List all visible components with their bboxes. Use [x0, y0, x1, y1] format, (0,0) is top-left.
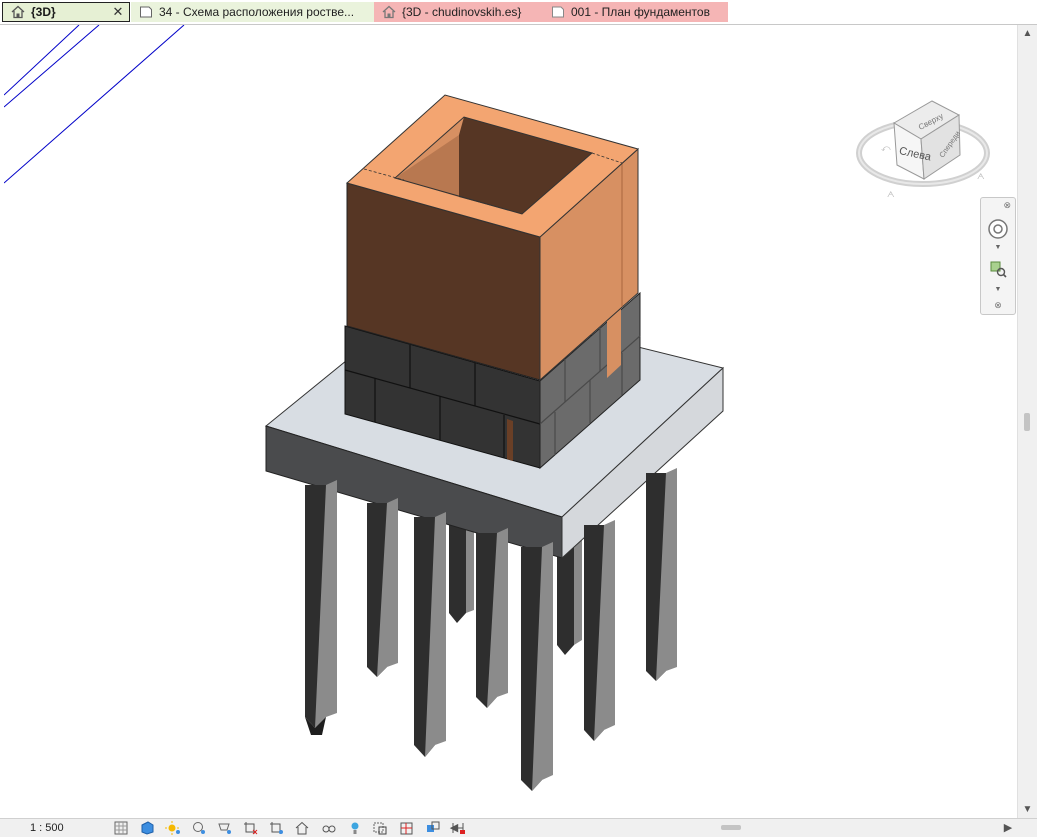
scroll-thumb[interactable] [721, 825, 741, 830]
tab-3d-chudinovskih[interactable]: {3D - chudinovskih.es} [374, 2, 543, 22]
vertical-scrollbar[interactable]: ▲ ▼ [1017, 25, 1037, 820]
reference-lines [3, 24, 185, 184]
compass-marker-icon: ᗅ [977, 172, 985, 181]
analytical-model-icon[interactable] [396, 820, 418, 836]
rotate-arrow-icon: ⤺ [881, 143, 891, 153]
scroll-down-icon[interactable]: ▼ [1018, 801, 1037, 817]
tab-3d-view[interactable]: {3D} ✕ [2, 2, 130, 22]
navigation-bar: ⊗ ▼ ▼ ⊗ [980, 197, 1016, 315]
compass-marker-icon: ᗅ [887, 190, 895, 199]
3d-viewport[interactable]: Слева Сверху Спереди ⤺ ᗅ ᗅ ⊗ ▼ ▼ ⊗ [3, 24, 1016, 815]
tab-label: 34 - Схема расположения ростве... [159, 5, 355, 19]
scroll-right-icon[interactable]: ▶ [1000, 818, 1016, 836]
temporary-hide-icon[interactable] [318, 820, 340, 836]
horizontal-scrollbar[interactable]: ◀ ▶ [446, 818, 1016, 836]
home-icon [380, 4, 398, 20]
steering-wheel-icon[interactable] [981, 216, 1015, 242]
shadows-icon[interactable] [188, 820, 210, 836]
sheet-icon [137, 4, 155, 20]
highlight-displacement-icon[interactable] [422, 820, 444, 836]
zoom-region-icon[interactable] [981, 258, 1015, 280]
tab-label: {3D} [31, 5, 56, 19]
model-canvas[interactable]: Слева Сверху Спереди ⤺ ᗅ ᗅ [3, 24, 1016, 815]
close-icon[interactable]: ✕ [110, 4, 126, 20]
scroll-thumb[interactable] [1024, 413, 1030, 431]
home-icon [9, 4, 27, 20]
close-icon[interactable]: ⊗ [981, 200, 1015, 210]
rendering-icon[interactable] [214, 820, 236, 836]
tab-sheet-34[interactable]: 34 - Схема расположения ростве... [131, 2, 374, 22]
options-icon[interactable]: ⊗ [981, 300, 1015, 310]
scroll-left-icon[interactable]: ◀ [446, 818, 462, 836]
chevron-down-icon[interactable]: ▼ [981, 242, 1015, 252]
view-cube: Слева Сверху Спереди ⤺ ᗅ ᗅ [856, 100, 990, 199]
detail-level-icon[interactable] [110, 820, 132, 836]
view-tab-bar: {3D} ✕ 34 - Схема расположения ростве...… [0, 0, 1037, 25]
scroll-up-icon[interactable]: ▲ [1018, 25, 1037, 41]
sun-path-icon[interactable] [162, 820, 184, 836]
reveal-hidden-icon[interactable] [344, 820, 366, 836]
plan-icon [549, 4, 567, 20]
tab-plan-001[interactable]: 001 - План фундаментов [543, 2, 728, 22]
view-scale[interactable]: 1 : 500 [0, 822, 110, 834]
tab-label: 001 - План фундаментов [571, 5, 710, 19]
unlocked-view-icon[interactable] [292, 820, 314, 836]
crop-region-icon[interactable] [266, 820, 288, 836]
temporary-view-properties-icon[interactable] [370, 820, 392, 836]
crop-view-icon[interactable] [240, 820, 262, 836]
tab-label: {3D - chudinovskih.es} [402, 5, 522, 19]
visual-style-icon[interactable] [136, 820, 158, 836]
chevron-down-icon[interactable]: ▼ [981, 284, 1015, 294]
